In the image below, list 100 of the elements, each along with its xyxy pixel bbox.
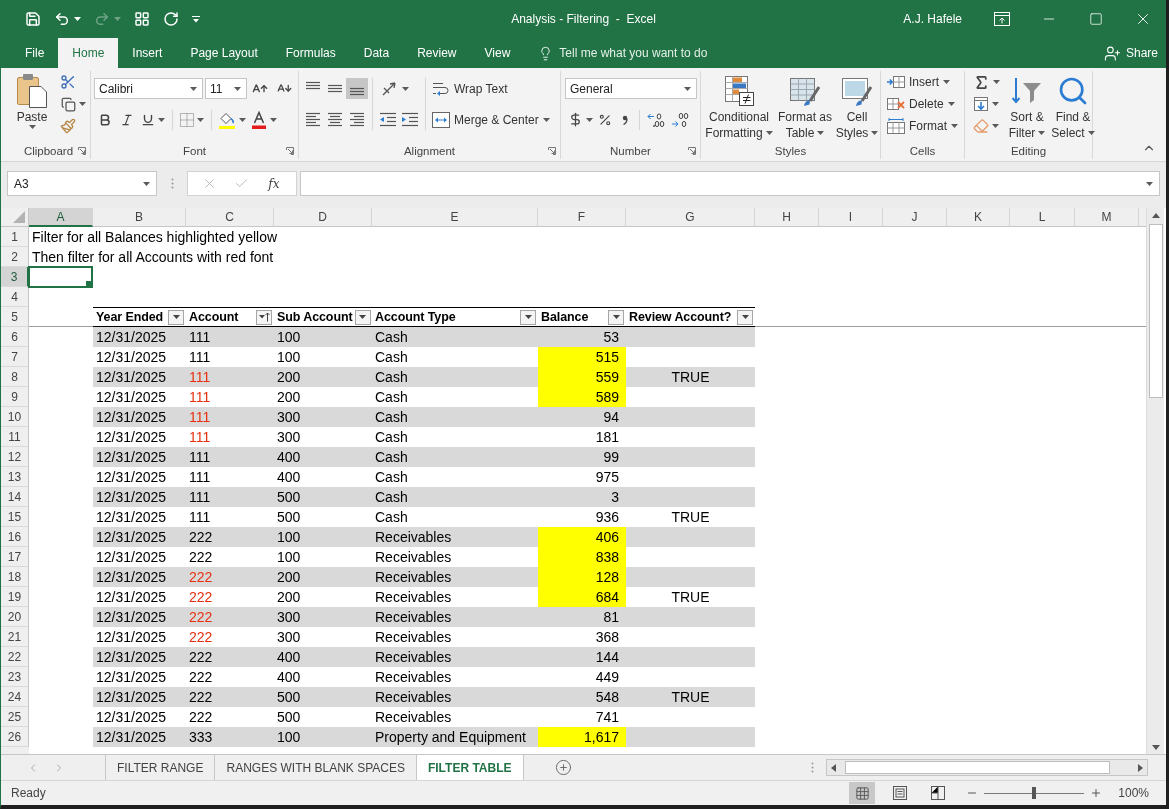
- grid-icon[interactable]: [854, 785, 870, 801]
- caret-icon[interactable]: [270, 117, 277, 122]
- bold-icon[interactable]: [98, 112, 112, 127]
- row-header[interactable]: 15: [1, 507, 29, 527]
- dropdown-arrow-icon[interactable]: [741, 315, 749, 319]
- orientation-icon[interactable]: [381, 80, 399, 97]
- insert-function-button[interactable]: fx: [266, 176, 282, 191]
- caret-icon[interactable]: [992, 102, 999, 106]
- row-header[interactable]: 12: [1, 447, 29, 467]
- find-select-button[interactable]: Find & Select: [1051, 71, 1095, 141]
- dropdown-arrow-icon[interactable]: [172, 315, 180, 319]
- delete-button[interactable]: Delete: [885, 93, 960, 115]
- row-header[interactable]: 6: [1, 327, 29, 347]
- font-name-field[interactable]: Calibri: [94, 78, 203, 99]
- person-plus-icon[interactable]: [1103, 44, 1121, 62]
- row-header[interactable]: 21: [1, 627, 29, 647]
- row-header[interactable]: 18: [1, 567, 29, 587]
- save-icon[interactable]: [25, 11, 41, 27]
- horizontal-scrollbar[interactable]: [826, 759, 1148, 776]
- caret-icon[interactable]: [992, 124, 999, 128]
- customize-caret-icon[interactable]: [192, 15, 200, 23]
- font-size-field[interactable]: 11: [205, 78, 247, 99]
- ribbon-tab[interactable]: Page Layout: [176, 38, 272, 68]
- ribbon-tab[interactable]: Home: [58, 38, 119, 68]
- column-header[interactable]: A: [29, 208, 93, 227]
- row-header[interactable]: 8: [1, 367, 29, 387]
- caret-icon[interactable]: [402, 86, 409, 91]
- row-header[interactable]: 16: [1, 527, 29, 547]
- row-header[interactable]: 17: [1, 547, 29, 567]
- copy-icon[interactable]: [60, 96, 76, 112]
- number-format-field[interactable]: General: [565, 78, 697, 99]
- row-header[interactable]: 20: [1, 607, 29, 627]
- insert-button[interactable]: Insert: [885, 71, 960, 93]
- ribbon-tab[interactable]: Data: [349, 38, 404, 68]
- table-arrow-icon[interactable]: [887, 74, 905, 90]
- dialog-launcher-icon[interactable]: [548, 146, 556, 155]
- refresh-icon[interactable]: [163, 11, 179, 27]
- filter-button[interactable]: [737, 309, 753, 325]
- caret-icon[interactable]: [992, 80, 1000, 84]
- caret-icon[interactable]: [765, 131, 773, 135]
- row-header[interactable]: 13: [1, 467, 29, 487]
- row-header[interactable]: 25: [1, 707, 29, 727]
- row-header[interactable]: 11: [1, 427, 29, 447]
- filter-button[interactable]: [608, 309, 624, 325]
- clipboard-icon[interactable]: [17, 73, 47, 108]
- caret-icon[interactable]: [684, 86, 691, 91]
- indent-increase-icon[interactable]: [401, 112, 419, 127]
- normal-view-button[interactable]: [849, 782, 876, 804]
- table-x-icon[interactable]: [887, 96, 905, 112]
- caret-icon[interactable]: [190, 86, 197, 91]
- row-header[interactable]: 4: [1, 287, 29, 307]
- scroll-down-icon[interactable]: [1151, 745, 1160, 750]
- decrease-decimal-icon[interactable]: [671, 111, 689, 128]
- ribbon-tab[interactable]: Insert: [118, 38, 177, 68]
- cell-styles-button[interactable]: Cell Styles: [835, 71, 879, 141]
- indent-decrease-icon[interactable]: [379, 112, 397, 127]
- caret-icon[interactable]: [239, 117, 246, 122]
- comma-icon[interactable]: [622, 114, 628, 125]
- format-as-table-button[interactable]: Format as Table: [776, 71, 834, 141]
- add-sheet-icon[interactable]: [554, 759, 572, 776]
- row-header[interactable]: 7: [1, 347, 29, 367]
- caret-icon[interactable]: [943, 80, 950, 84]
- caret-icon[interactable]: [947, 102, 955, 106]
- table-bars-icon[interactable]: [723, 74, 755, 107]
- row-header[interactable]: 22: [1, 647, 29, 667]
- merge-center-button[interactable]: Merge & Center: [430, 109, 552, 131]
- row-header[interactable]: 10: [1, 407, 29, 427]
- active-cell[interactable]: [28, 266, 93, 288]
- row-header[interactable]: 14: [1, 487, 29, 507]
- page-break-icon[interactable]: [931, 786, 946, 800]
- undo-icon[interactable]: [54, 11, 70, 27]
- caret-icon[interactable]: [74, 17, 81, 21]
- italic-icon[interactable]: [120, 112, 134, 127]
- name-box[interactable]: A3: [7, 171, 157, 196]
- dialog-launcher-icon[interactable]: [286, 146, 294, 155]
- merge-cells-icon[interactable]: [432, 112, 450, 128]
- ribbon-tab[interactable]: File: [11, 38, 59, 68]
- expand-caret-icon[interactable]: [1146, 181, 1153, 186]
- scrollbar-thumb[interactable]: [845, 761, 1110, 774]
- vertical-scrollbar[interactable]: [1146, 208, 1164, 754]
- row-header[interactable]: 19: [1, 587, 29, 607]
- tell-me-button[interactable]: Tell me what you want to do: [536, 38, 710, 68]
- scroll-up-icon[interactable]: [1151, 213, 1160, 218]
- fill-down-icon[interactable]: [973, 96, 989, 112]
- align-center-icon[interactable]: [327, 112, 343, 127]
- maximize-icon[interactable]: [1088, 12, 1103, 26]
- zoom-slider-thumb[interactable]: [1032, 787, 1037, 799]
- caret-icon[interactable]: [78, 102, 86, 106]
- row-header[interactable]: 3: [1, 267, 29, 287]
- dropdown-arrow-icon[interactable]: [359, 315, 367, 319]
- increase-decimal-icon[interactable]: [647, 111, 665, 128]
- percent-icon[interactable]: [598, 112, 612, 127]
- caret-icon[interactable]: [871, 131, 879, 135]
- caret-icon[interactable]: [158, 117, 165, 122]
- ribbon-tab[interactable]: View: [470, 38, 525, 68]
- filter-button[interactable]: [168, 309, 184, 325]
- sheet-tab[interactable]: FILTER TABLE: [416, 755, 524, 780]
- dialog-launcher-icon[interactable]: [688, 146, 696, 155]
- table-resize-icon[interactable]: [887, 118, 905, 134]
- align-right-icon[interactable]: [349, 112, 365, 127]
